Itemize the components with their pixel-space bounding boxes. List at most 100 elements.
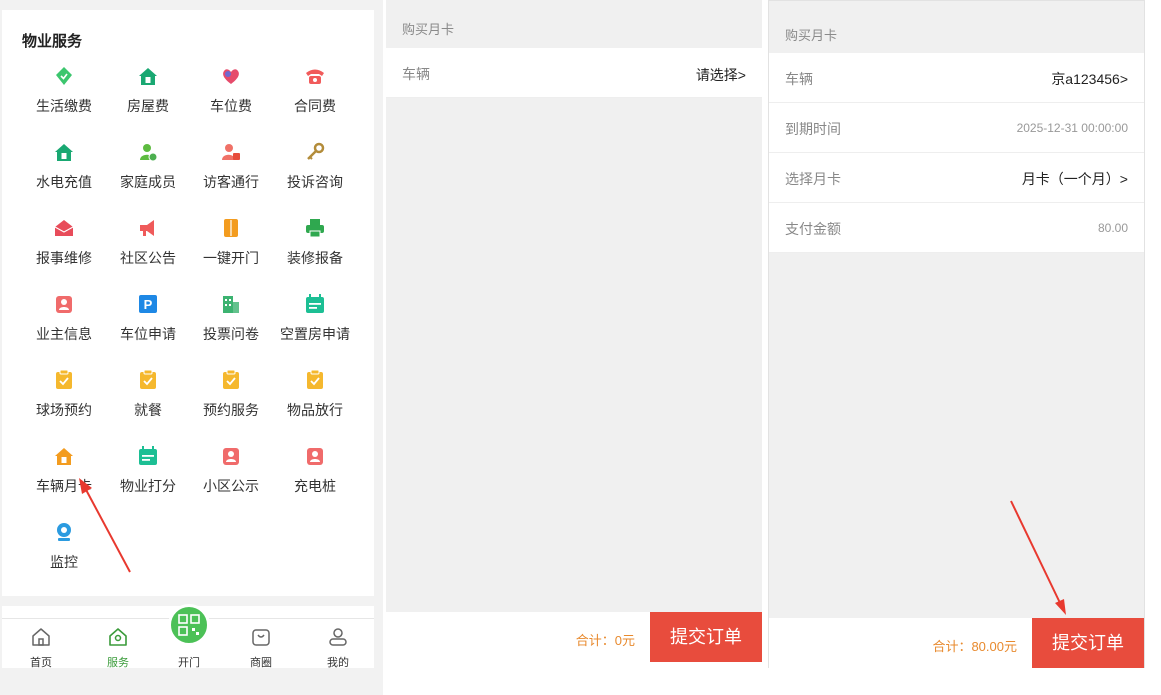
service-item-label: 合同费 <box>294 98 336 114</box>
id-badge-icon <box>53 293 75 315</box>
tab-home[interactable]: 首页 <box>11 619 71 669</box>
service-item[interactable]: 合同费 <box>273 65 357 135</box>
payment-value: 80.00 <box>1097 221 1128 235</box>
parking-icon: P <box>137 293 159 315</box>
open-door-button[interactable] <box>168 604 210 646</box>
expiry-value: 2025-12-31 00:00:00 <box>1016 121 1128 135</box>
id-badge-icon <box>304 445 326 467</box>
service-item-label: 球场预约 <box>36 402 92 418</box>
order-total: 合计：80.00元 <box>932 639 1017 654</box>
service-home-icon <box>109 628 127 646</box>
payment-row: 支付金额 80.00 <box>769 203 1144 253</box>
mail-house-icon <box>53 217 75 239</box>
service-item-label: 装修报备 <box>287 250 343 266</box>
service-item[interactable]: 一键开门 <box>189 217 273 287</box>
card-select-row[interactable]: 选择月卡 月卡（一个月）> <box>769 153 1144 203</box>
service-item-label: 水电充值 <box>36 174 92 190</box>
service-item[interactable]: 装修报备 <box>273 217 357 287</box>
clipboard-check-icon <box>220 369 242 391</box>
vehicle-label: 车辆 <box>402 66 430 82</box>
vehicle-row[interactable]: 车辆 请选择> <box>386 48 762 98</box>
payment-label: 支付金额 <box>785 221 841 237</box>
tab-service[interactable]: 服务 <box>88 619 148 669</box>
service-item-label: 投票问卷 <box>203 326 259 342</box>
service-item-label: 车位费 <box>210 98 252 114</box>
clipboard-check-icon <box>304 369 326 391</box>
service-item[interactable]: 社区公告 <box>106 217 190 287</box>
service-item-label: 空置房申请 <box>280 326 350 342</box>
card-select-value[interactable]: 月卡（一个月）> <box>1022 169 1128 189</box>
qrcode-icon <box>178 614 200 636</box>
leaf-icon <box>53 65 75 87</box>
service-item[interactable]: 家庭成员 <box>106 141 190 211</box>
service-item[interactable]: P 车位申请 <box>106 293 190 363</box>
user-icon <box>329 628 347 646</box>
page-title: 购买月卡 <box>785 28 838 43</box>
service-item-label: 家庭成员 <box>120 174 176 190</box>
clipboard-check-icon <box>53 369 75 391</box>
service-item[interactable]: 报事维修 <box>22 217 106 287</box>
service-item[interactable]: 充电桩 <box>273 445 357 515</box>
service-item[interactable]: 水电充值 <box>22 141 106 211</box>
vehicle-label: 车辆 <box>785 71 813 87</box>
service-item[interactable]: 物品放行 <box>273 369 357 439</box>
key-icon <box>304 141 326 163</box>
service-item[interactable]: 车位费 <box>189 65 273 135</box>
service-item-label: 小区公示 <box>203 478 259 494</box>
tab-label: 首页 <box>30 657 52 669</box>
bag-icon <box>252 629 270 646</box>
tab-label: 服务 <box>107 657 129 669</box>
telephone-icon <box>304 65 326 87</box>
tab-label: 我的 <box>327 657 349 669</box>
service-item[interactable]: 业主信息 <box>22 293 106 363</box>
submit-order-button[interactable]: 提交订单 <box>650 612 762 662</box>
service-item[interactable]: 生活缴费 <box>22 65 106 135</box>
door-icon <box>220 217 242 239</box>
house-icon <box>53 445 75 467</box>
service-item[interactable]: 空置房申请 <box>273 293 357 363</box>
purchase-card-empty-screen: 购买月卡 车辆 请选择> 合计：0元 提交订单 <box>386 0 762 664</box>
service-item-label: 社区公告 <box>120 250 176 266</box>
id-badge-icon <box>220 445 242 467</box>
heart-icon <box>220 65 242 87</box>
service-item-label: 投诉咨询 <box>287 174 343 190</box>
service-item-label: 预约服务 <box>203 402 259 418</box>
expiry-row: 到期时间 2025-12-31 00:00:00 <box>769 103 1144 153</box>
house-icon <box>53 141 75 163</box>
building-icon <box>220 293 242 315</box>
service-item-label: 充电桩 <box>294 478 336 494</box>
vehicle-row[interactable]: 车辆 京a123456> <box>769 53 1144 103</box>
page-title: 购买月卡 <box>402 22 455 37</box>
service-item[interactable]: 就餐 <box>106 369 190 439</box>
section-title: 物业服务 <box>22 33 83 50</box>
user-lock-icon <box>220 141 242 163</box>
service-item-label: 一键开门 <box>203 250 259 266</box>
service-item-label: 物品放行 <box>287 402 343 418</box>
tab-label: 商圈 <box>250 657 272 669</box>
property-services-card: 物业服务 生活缴费 房屋费 车位费 合同费水电充值 家庭成员 访客通行 投诉咨询报事维修 社区… <box>2 10 374 596</box>
service-item-label: 报事维修 <box>36 250 92 266</box>
vehicle-value[interactable]: 京a123456> <box>1051 69 1128 89</box>
service-item-label: 业主信息 <box>36 326 92 342</box>
tab-mine[interactable]: 我的 <box>308 619 368 669</box>
service-item[interactable]: 投票问卷 <box>189 293 273 363</box>
service-item-label: 就餐 <box>134 402 162 418</box>
service-item[interactable]: 房屋费 <box>106 65 190 135</box>
annotation-arrow <box>79 478 131 573</box>
service-item[interactable]: 小区公示 <box>189 445 273 515</box>
calendar-icon <box>304 293 326 315</box>
service-item-label: 访客通行 <box>203 174 259 190</box>
svg-text:P: P <box>144 297 153 312</box>
service-item[interactable]: 访客通行 <box>189 141 273 211</box>
user-add-icon <box>137 141 159 163</box>
expiry-label: 到期时间 <box>785 121 841 137</box>
service-item[interactable]: 投诉咨询 <box>273 141 357 211</box>
tab-mall[interactable]: 商圈 <box>231 619 291 669</box>
order-footer: 合计：0元 提交订单 <box>386 612 762 664</box>
service-item-label: 车位申请 <box>120 326 176 342</box>
service-item[interactable]: 球场预约 <box>22 369 106 439</box>
service-item[interactable]: 预约服务 <box>189 369 273 439</box>
tab-label: 开门 <box>178 657 200 669</box>
submit-order-button[interactable]: 提交订单 <box>1032 618 1144 668</box>
vehicle-select[interactable]: 请选择> <box>696 65 746 85</box>
